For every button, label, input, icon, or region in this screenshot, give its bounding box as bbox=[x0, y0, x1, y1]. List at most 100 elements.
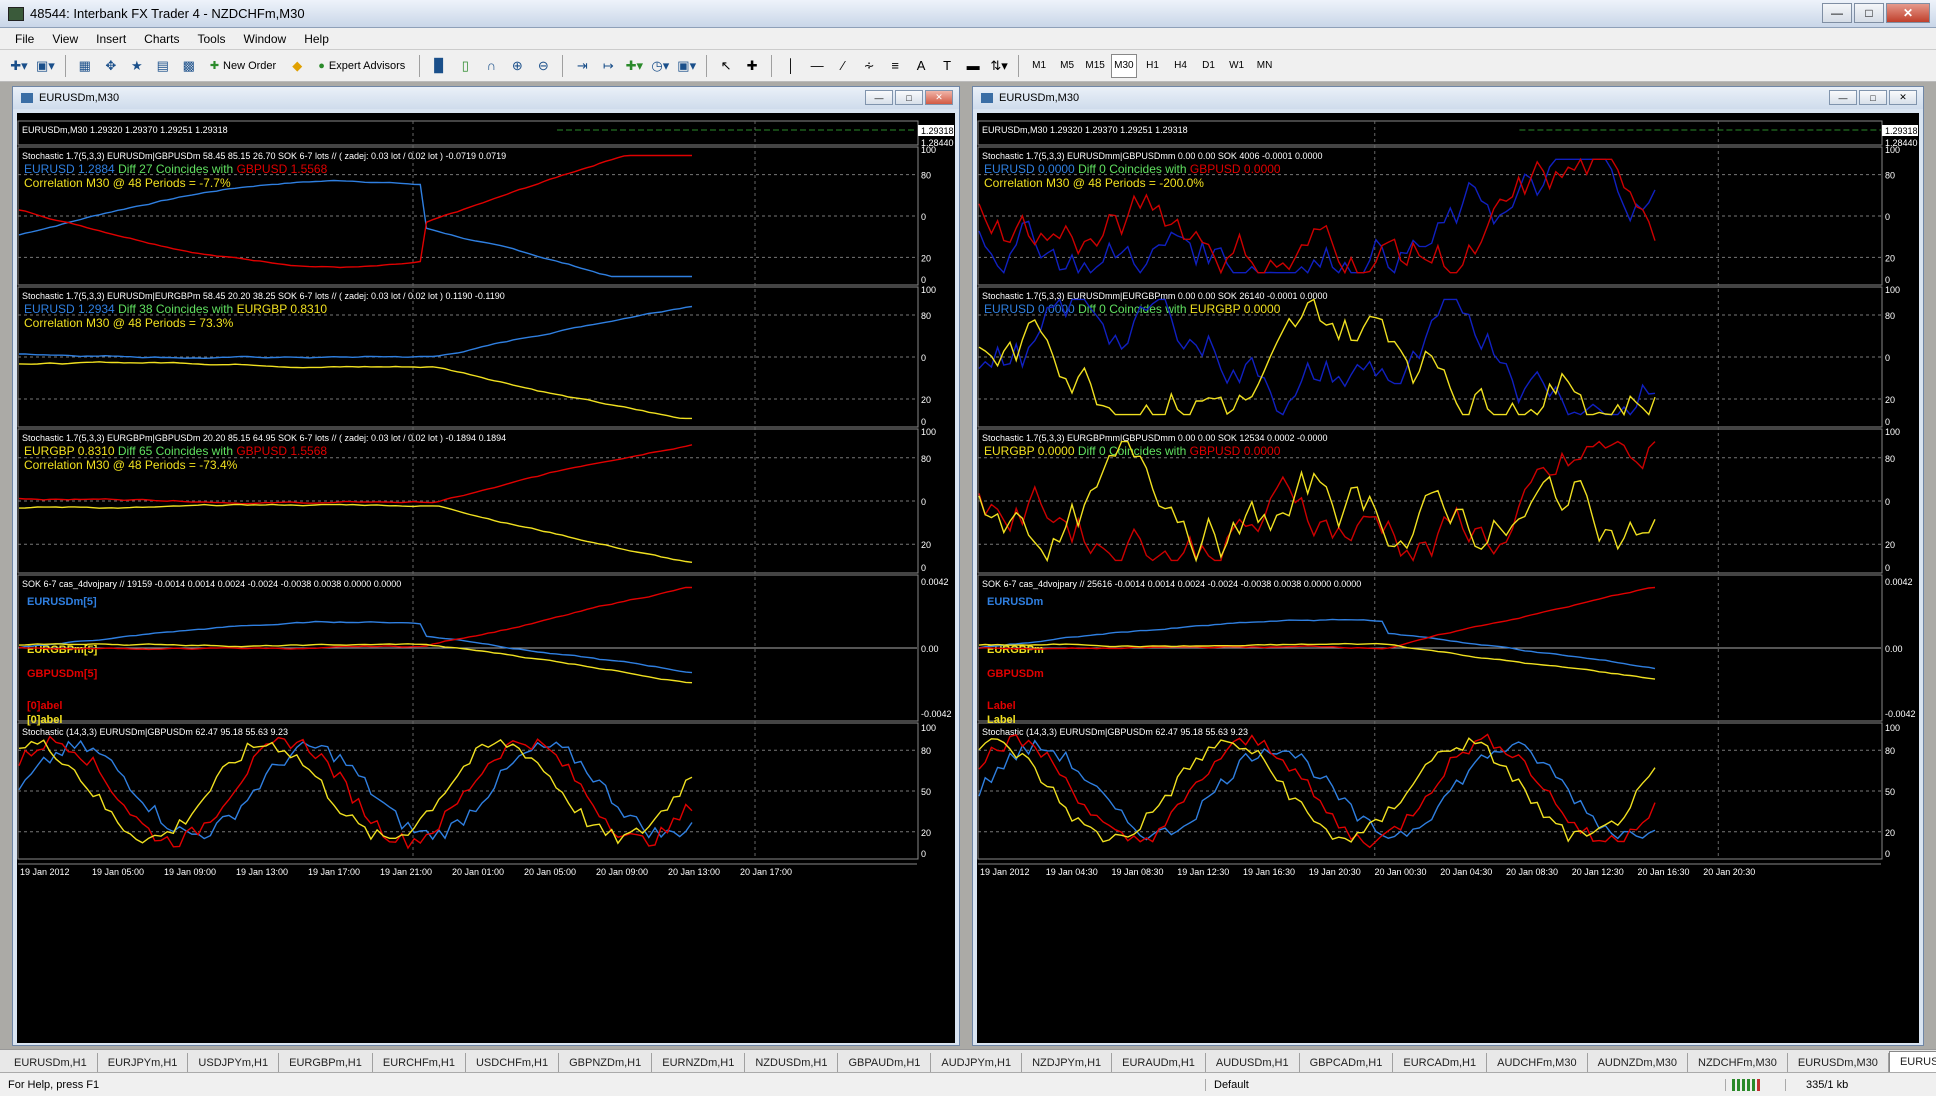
time-axis-label: 19 Jan 08:30 bbox=[1111, 867, 1163, 877]
candlestick-icon[interactable]: ▯ bbox=[454, 54, 476, 78]
timeframe-m30[interactable]: M30 bbox=[1111, 53, 1137, 78]
cursor-icon[interactable]: ↖ bbox=[715, 54, 737, 78]
menu-help[interactable]: Help bbox=[295, 30, 338, 48]
chart-tab[interactable]: EURAUDm,H1 bbox=[1112, 1053, 1206, 1072]
horizontal-line-icon[interactable]: — bbox=[806, 54, 828, 78]
chart-tab[interactable]: AUDCHFm,M30 bbox=[1487, 1053, 1588, 1072]
zoom-in-icon[interactable]: ⊕ bbox=[506, 54, 528, 78]
indicator-header: Stochastic 1.7(5,3,3) EURUSDm|EURGBPm 58… bbox=[22, 291, 505, 301]
time-axis-label: 20 Jan 08:30 bbox=[1506, 867, 1558, 877]
chart-tab[interactable]: EURCADm,H1 bbox=[1393, 1053, 1488, 1072]
chart-tab[interactable]: GBPNZDm,H1 bbox=[559, 1053, 653, 1072]
chart-tab[interactable]: NZDCHFm,M30 bbox=[1688, 1053, 1788, 1072]
chart-tab[interactable]: EURUSDm,M30 bbox=[1788, 1053, 1889, 1072]
navigator-icon[interactable]: ✥ bbox=[100, 54, 122, 78]
menu-file[interactable]: File bbox=[6, 30, 43, 48]
chart-tab[interactable]: NZDUSDm,H1 bbox=[745, 1053, 839, 1072]
axis-label: 0.0042 bbox=[1885, 577, 1913, 587]
tester-icon[interactable]: ▩ bbox=[178, 54, 200, 78]
chart-tab[interactable]: EURUSDm,M30 bbox=[1888, 1051, 1936, 1072]
axis-label: 0 bbox=[1885, 353, 1890, 363]
rectangle-icon[interactable]: ▬ bbox=[962, 54, 984, 78]
fibonacci-icon[interactable]: ≡ bbox=[884, 54, 906, 78]
chart-tab[interactable]: AUDJPYm,H1 bbox=[931, 1053, 1023, 1072]
chart-tab[interactable]: EURUSDm,H1 bbox=[4, 1053, 98, 1072]
window-close-button[interactable]: ✕ bbox=[925, 90, 953, 105]
new-order-button[interactable]: ✚ New Order bbox=[204, 54, 282, 78]
menu-tools[interactable]: Tools bbox=[189, 30, 235, 48]
price-axis-label: 1.29318 bbox=[1885, 126, 1918, 136]
data-window-icon[interactable]: ★ bbox=[126, 54, 148, 78]
timeframe-m1[interactable]: M1 bbox=[1027, 54, 1051, 78]
menu-window[interactable]: Window bbox=[235, 30, 296, 48]
timeframe-m15[interactable]: M15 bbox=[1083, 54, 1107, 78]
market-watch-icon[interactable]: ▦ bbox=[74, 54, 96, 78]
axis-label: 80 bbox=[1885, 311, 1895, 321]
autoscroll-icon[interactable]: ↦ bbox=[597, 54, 619, 78]
text-icon[interactable]: A bbox=[910, 54, 932, 78]
expert-advisors-button[interactable]: ● Expert Advisors bbox=[312, 54, 411, 78]
timeframe-d1[interactable]: D1 bbox=[1197, 54, 1221, 78]
window-close-button[interactable]: ✕ bbox=[1889, 90, 1917, 105]
terminal-app: 48544: Interbank FX Trader 4 - NZDCHFm,M… bbox=[0, 0, 1936, 1096]
timeframe-w1[interactable]: W1 bbox=[1225, 54, 1249, 78]
trendline-icon[interactable]: ∕ bbox=[832, 54, 854, 78]
channel-icon[interactable]: ∻ bbox=[858, 54, 880, 78]
timeframe-h1[interactable]: H1 bbox=[1141, 54, 1165, 78]
chart-icon bbox=[21, 93, 33, 103]
zoom-out-icon[interactable]: ⊖ bbox=[532, 54, 554, 78]
maximize-button[interactable]: □ bbox=[1854, 3, 1884, 23]
chart-tab[interactable]: GBPAUDm,H1 bbox=[838, 1053, 932, 1072]
close-button[interactable]: ✕ bbox=[1886, 3, 1930, 23]
chart-shift-icon[interactable]: ⇥ bbox=[571, 54, 593, 78]
profiles-icon[interactable]: ▣▾ bbox=[34, 54, 57, 78]
terminal-icon[interactable]: ▤ bbox=[152, 54, 174, 78]
axis-label: 80 bbox=[921, 454, 931, 464]
window-maximize-button[interactable]: □ bbox=[1859, 90, 1887, 105]
chart-tab[interactable]: USDJPYm,H1 bbox=[188, 1053, 280, 1072]
chart-tab[interactable]: USDCHFm,H1 bbox=[466, 1053, 560, 1072]
crosshair-icon[interactable]: ✚ bbox=[741, 54, 763, 78]
chart-tab[interactable]: AUDUSDm,H1 bbox=[1206, 1053, 1300, 1072]
timeframe-mn[interactable]: MN bbox=[1253, 54, 1277, 78]
timeframe-m5[interactable]: M5 bbox=[1055, 54, 1079, 78]
indicator-header: Stochastic 1.7(5,3,3) EURGBPm|GBPUSDm 20… bbox=[22, 433, 506, 443]
minimize-button[interactable]: — bbox=[1822, 3, 1852, 23]
chart-window-left[interactable]: EURUSDm,M30 — □ ✕ EURUSDm,M30 1.29320 1.29… bbox=[12, 86, 960, 1046]
window-maximize-button[interactable]: □ bbox=[895, 90, 923, 105]
vertical-line-icon[interactable]: │ bbox=[780, 54, 802, 78]
chart-tab[interactable]: EURNZDm,H1 bbox=[652, 1053, 746, 1072]
menu-insert[interactable]: Insert bbox=[87, 30, 135, 48]
chart-tab[interactable]: EURGBPm,H1 bbox=[279, 1053, 373, 1072]
axis-label: 20 bbox=[1885, 253, 1895, 263]
new-chart-icon[interactable]: ✚▾ bbox=[8, 54, 30, 78]
chart-window-right[interactable]: EURUSDm,M30 — □ ✕ EURUSDm,M30 1.29320 1.29… bbox=[972, 86, 1924, 1046]
chart-canvas[interactable]: EURUSDm,M30 1.29320 1.29370 1.29251 1.29… bbox=[977, 113, 1919, 1043]
line-chart-icon[interactable]: ∩ bbox=[480, 54, 502, 78]
arrows-icon[interactable]: ⇅▾ bbox=[988, 54, 1010, 78]
indicators-icon[interactable]: ✚▾ bbox=[623, 54, 645, 78]
chart-tab[interactable]: NZDJPYm,H1 bbox=[1022, 1053, 1113, 1072]
window-minimize-button[interactable]: — bbox=[865, 90, 893, 105]
window-minimize-button[interactable]: — bbox=[1829, 90, 1857, 105]
time-axis-label: 19 Jan 04:30 bbox=[1046, 867, 1098, 877]
axis-label: 100 bbox=[921, 285, 936, 295]
chart-tab[interactable]: EURCHFm,H1 bbox=[373, 1053, 466, 1072]
timeframe-h4[interactable]: H4 bbox=[1169, 54, 1193, 78]
chart-canvas[interactable]: EURUSDm,M30 1.29320 1.29370 1.29251 1.29… bbox=[17, 113, 955, 1043]
axis-label: 50 bbox=[921, 787, 931, 797]
axis-label: 0 bbox=[921, 563, 926, 573]
indicator-header: SOK 6-7 cas_4dvojpary // 25616 -0.0014 0… bbox=[982, 579, 1361, 589]
chart-tab[interactable]: AUDNZDm,M30 bbox=[1588, 1053, 1689, 1072]
bar-chart-icon[interactable]: ▉ bbox=[428, 54, 450, 78]
chart-tab[interactable]: EURJPYm,H1 bbox=[98, 1053, 189, 1072]
series-label: Label bbox=[987, 714, 1016, 726]
axis-label: 0 bbox=[1885, 275, 1890, 285]
periods-icon[interactable]: ◷▾ bbox=[649, 54, 671, 78]
chart-tab[interactable]: GBPCADm,H1 bbox=[1300, 1053, 1394, 1072]
templates-icon[interactable]: ▣▾ bbox=[675, 54, 698, 78]
menu-view[interactable]: View bbox=[43, 30, 87, 48]
text-label-icon[interactable]: T bbox=[936, 54, 958, 78]
menu-charts[interactable]: Charts bbox=[135, 30, 188, 48]
metaeditor-icon[interactable]: ◆ bbox=[286, 54, 308, 78]
